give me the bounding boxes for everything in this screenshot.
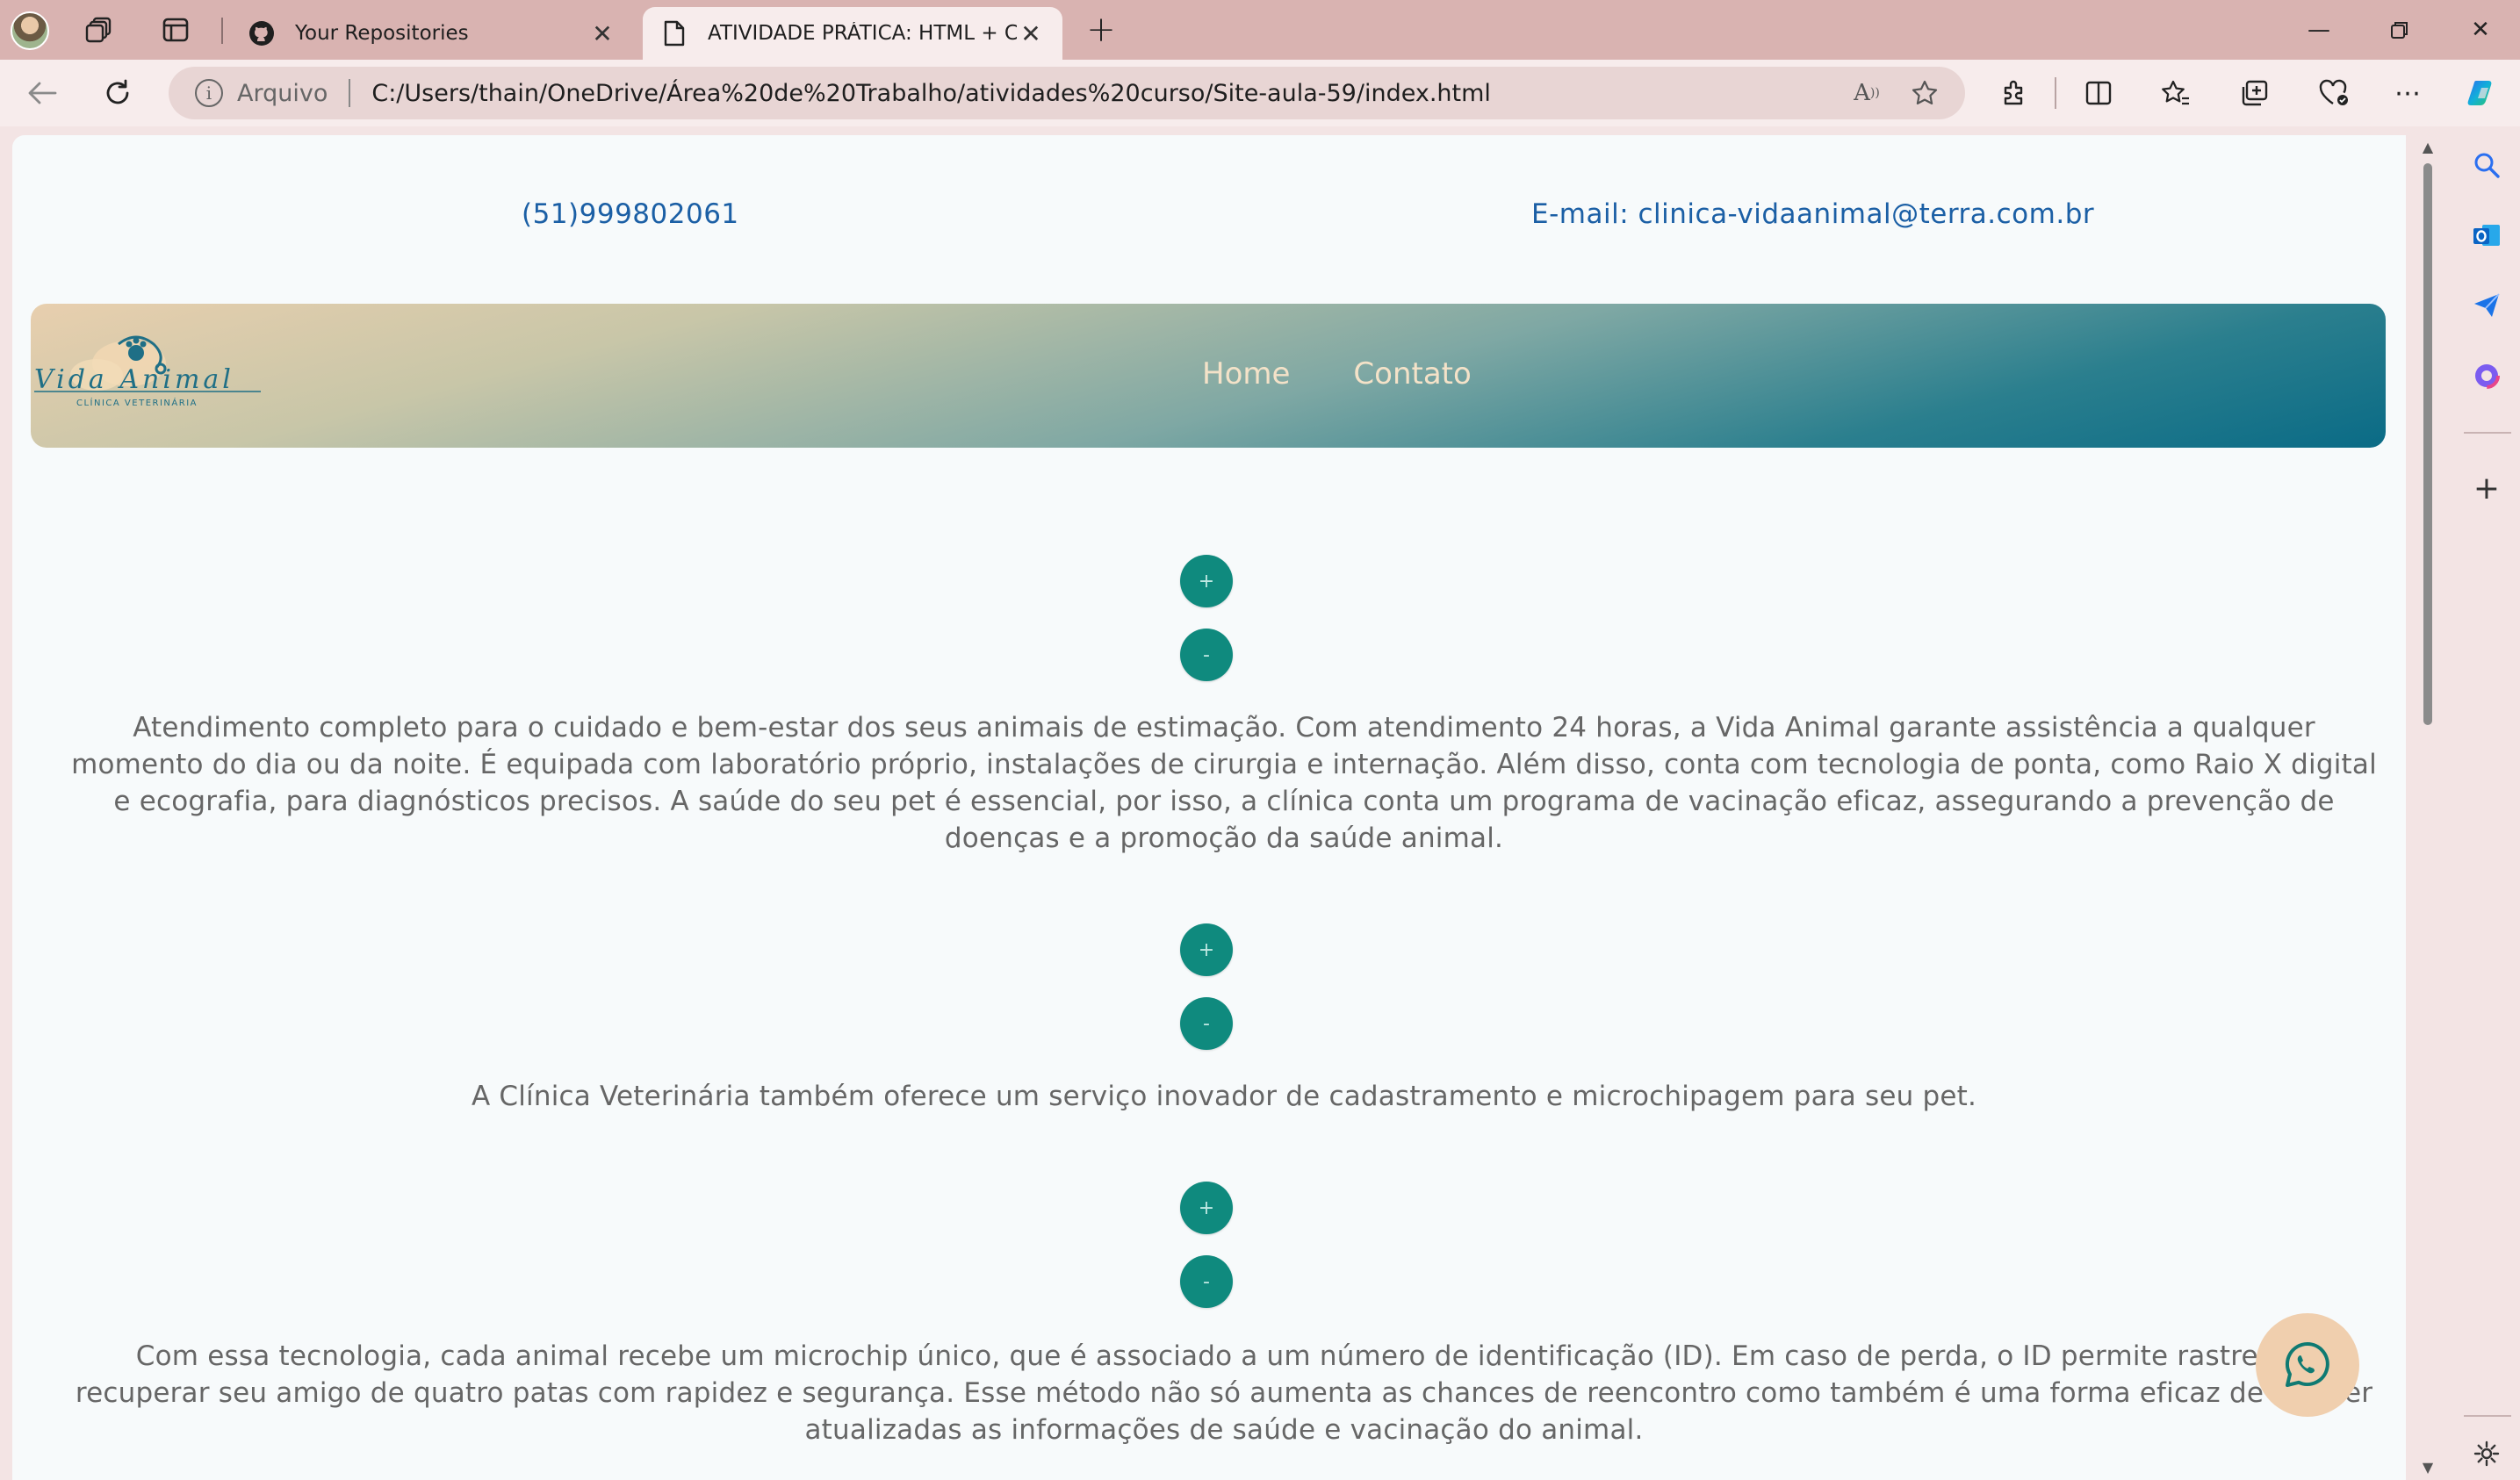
read-aloud-icon[interactable]: A)) <box>1849 75 1884 111</box>
contact-phone: (51)999802061 <box>522 198 739 230</box>
tab-your-repositories[interactable]: Your Repositories ✕ <box>230 7 634 60</box>
sidebar-divider <box>2464 432 2511 434</box>
address-bar[interactable]: i Arquivo C:/Users/thain/OneDrive/Área%2… <box>169 67 1965 119</box>
logo-subtitle: CLÍNICA VETERINÁRIA <box>76 397 198 408</box>
nav-contato-link[interactable]: Contato <box>1353 356 1471 392</box>
split-screen-icon[interactable] <box>2077 74 2120 112</box>
section-text-microchip-details: Com essa tecnologia, cada animal recebe … <box>75 1340 2373 1446</box>
logo-name: Vida Animal <box>34 364 234 395</box>
expand-button[interactable]: + <box>1180 555 1233 607</box>
contact-email[interactable]: E-mail: clinica-vidaanimal@terra.com.br <box>1531 198 2094 230</box>
github-icon <box>248 19 276 47</box>
whatsapp-icon <box>2285 1341 2329 1387</box>
close-tab-icon[interactable]: ✕ <box>1017 19 1045 48</box>
tab-title: ATIVIDADE PRÁTICA: HTML + CSS <box>708 22 1017 45</box>
web-page: (51)999802061 E-mail: clinica-vidaanimal… <box>12 135 2406 1480</box>
restore-button[interactable] <box>2360 7 2439 53</box>
document-icon <box>660 19 688 47</box>
tab-bar: Your Repositories ✕ ATIVIDADE PRÁTICA: H… <box>0 0 2520 60</box>
outlook-icon[interactable] <box>2467 216 2506 255</box>
sidebar-settings-icon[interactable] <box>2467 1434 2506 1473</box>
vida-animal-logo[interactable]: Vida Animal CLÍNICA VETERINÁRIA <box>31 327 268 423</box>
close-window-button[interactable]: ✕ <box>2441 7 2520 53</box>
whatsapp-button[interactable] <box>2256 1313 2359 1417</box>
more-options-icon[interactable]: ⋯ <box>2387 74 2429 112</box>
edge-sidebar: + <box>2455 126 2520 1480</box>
extensions-icon[interactable] <box>1993 74 2035 112</box>
scheme-label: Arquivo <box>237 79 328 107</box>
new-tab-button[interactable]: + <box>1082 10 1120 50</box>
tab-title: Your Repositories <box>295 22 469 45</box>
nav-home-link[interactable]: Home <box>1202 356 1290 392</box>
browser-essentials-icon[interactable] <box>2313 74 2355 112</box>
close-tab-icon[interactable]: ✕ <box>588 19 616 48</box>
workspaces-icon[interactable] <box>83 12 118 47</box>
collapse-button[interactable]: - <box>1180 1255 1233 1308</box>
address-divider <box>349 79 351 107</box>
profile-avatar[interactable] <box>11 11 49 50</box>
expand-button[interactable]: + <box>1180 1182 1233 1234</box>
send-icon[interactable] <box>2467 286 2506 325</box>
sidebar-divider-bottom <box>2464 1415 2511 1417</box>
scrollbar-thumb[interactable] <box>2423 163 2432 725</box>
section-text-atendimento: Atendimento completo para o cuidado e be… <box>71 712 2377 854</box>
collapse-button[interactable]: - <box>1180 629 1233 681</box>
vertical-tabs-icon[interactable] <box>158 12 193 47</box>
collections-icon[interactable] <box>2234 74 2276 112</box>
tab-separator <box>221 18 223 44</box>
address-toolbar: i Arquivo C:/Users/thain/OneDrive/Área%2… <box>0 60 2520 126</box>
nav-links: Home Contato <box>1202 356 1472 392</box>
office-icon[interactable] <box>2467 356 2506 395</box>
section-text-microchip-intro: A Clínica Veterinária também oferece um … <box>471 1081 1977 1112</box>
refresh-button[interactable] <box>98 74 137 112</box>
page-viewport: (51)999802061 E-mail: clinica-vidaanimal… <box>0 126 2455 1480</box>
site-navbar: Vida Animal CLÍNICA VETERINÁRIA Home Con… <box>31 304 2386 448</box>
site-info-icon[interactable]: i <box>195 79 223 107</box>
favorites-icon[interactable] <box>2155 74 2197 112</box>
scroll-up-arrow[interactable]: ▲ <box>2421 139 2435 155</box>
search-icon[interactable] <box>2467 146 2506 184</box>
tab-atividade-pratica[interactable]: ATIVIDADE PRÁTICA: HTML + CSS ✕ <box>643 7 1062 60</box>
copilot-icon[interactable] <box>2462 74 2504 112</box>
page-scrollbar[interactable]: ▲ ▼ <box>2418 135 2437 1480</box>
add-sidebar-app-icon[interactable]: + <box>2467 469 2506 507</box>
minimize-button[interactable]: — <box>2279 7 2358 53</box>
favorite-star-icon[interactable] <box>1907 75 1942 111</box>
expand-button[interactable]: + <box>1180 923 1233 976</box>
scroll-down-arrow[interactable]: ▼ <box>2421 1459 2435 1476</box>
collapse-button[interactable]: - <box>1180 997 1233 1050</box>
back-button[interactable] <box>23 74 61 112</box>
url-text[interactable]: C:/Users/thain/OneDrive/Área%20de%20Trab… <box>371 80 1849 107</box>
toolbar-divider <box>2055 77 2056 109</box>
